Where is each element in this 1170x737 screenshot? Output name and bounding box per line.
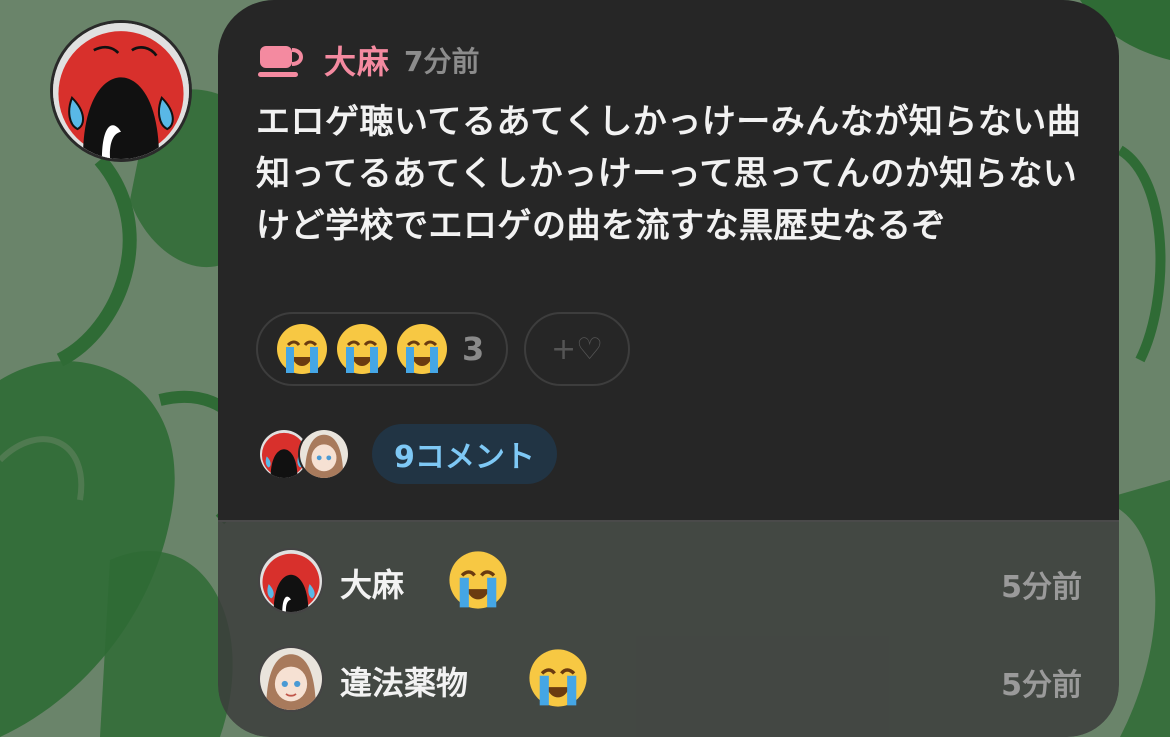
commenter-avatars — [258, 428, 358, 480]
coffee-cup-icon — [258, 46, 303, 77]
reply-item[interactable]: 大麻 5分前 — [258, 548, 1082, 614]
reply-avatar[interactable] — [258, 646, 324, 712]
loudly-crying-face-icon — [397, 324, 447, 374]
commenter-avatar — [298, 428, 350, 480]
post-timestamp: 7分前 — [404, 45, 480, 78]
loudly-crying-face-icon — [449, 551, 507, 609]
reply-item[interactable]: 違法薬物 5分前 — [258, 646, 1082, 712]
post-header: 大麻 7分前 — [256, 38, 480, 82]
reaction-count: 3 — [462, 330, 485, 368]
post-card: 大麻 7分前 エロゲ聴いてるあてくしかっけーみんなが知らない曲知ってるあてくしか… — [218, 0, 1119, 737]
loudly-crying-face-icon — [337, 324, 387, 374]
reaction-button[interactable]: 3 — [256, 312, 508, 386]
reply-author-name[interactable]: 大麻 — [340, 560, 404, 606]
comment-count-button[interactable]: 9コメント — [372, 424, 557, 484]
reply-author-name[interactable]: 違法薬物 — [340, 658, 468, 704]
author-avatar[interactable] — [50, 20, 192, 162]
author-name[interactable]: 大麻 — [324, 37, 390, 83]
loudly-crying-face-icon — [277, 324, 327, 374]
post-text: エロゲ聴いてるあてくしかっけーみんなが知らない曲知ってるあてくしかっけーって思っ… — [256, 102, 1082, 246]
add-reaction-button[interactable]: +♡ — [524, 312, 630, 386]
reply-avatar[interactable] — [258, 548, 324, 614]
reply-timestamp: 5分前 — [1001, 668, 1082, 703]
loudly-crying-face-icon — [529, 649, 587, 707]
reply-timestamp: 5分前 — [1001, 570, 1082, 605]
